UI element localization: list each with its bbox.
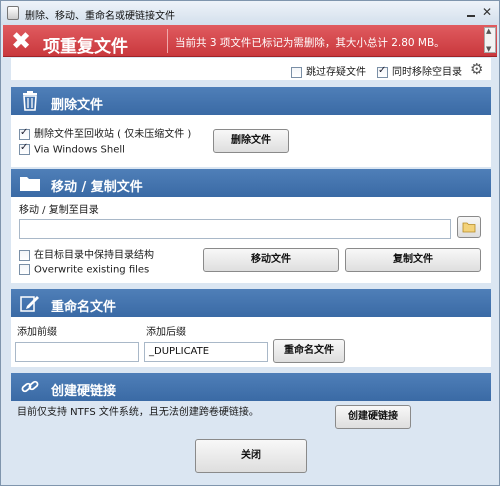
move-section-title: 移动 / 复制文件 [51,180,143,195]
gear-icon[interactable]: ⚙ [470,60,483,78]
remove-empty-option[interactable]: 同时移除空目录 [377,63,462,78]
copy-files-button[interactable]: 复制文件 [345,248,481,272]
hardlink-section-body: 目前仅支持 NTFS 文件系统，且无法创建跨卷硬链接。 创建硬链接 [11,401,491,431]
hardlink-section-title: 创建硬链接 [51,384,117,399]
move-section-header: 移动 / 复制文件 [11,169,491,197]
title-bar: 删除、移动、重命名或硬链接文件 ✕ [1,1,499,25]
remove-empty-checkbox[interactable] [377,65,388,78]
target-dir-field[interactable] [19,219,451,239]
skip-suspect-option[interactable]: 跳过存疑文件 [291,63,366,78]
link-icon [21,380,39,393]
prefix-field[interactable] [15,342,139,362]
move-section-body: 移动 / 复制至目录 在目标目录中保持目录结构 Overwrite existi… [11,197,491,283]
windows-shell-option[interactable]: Via Windows Shell [19,142,125,156]
hardlink-section-header: 创建硬链接 [11,373,491,401]
dialog-window: 删除、移动、重命名或硬链接文件 ✕ ✖ 项重复文件 当前共 3 项文件已标记为需… [0,0,500,486]
keep-structure-label: 在目标目录中保持目录结构 [34,250,154,261]
recycle-option[interactable]: 删除文件至回收站 ( 仅未压缩文件 ) [19,125,191,140]
close-window-button[interactable]: ✕ [480,6,494,20]
rename-section-title: 重命名文件 [51,300,117,315]
overwrite-option[interactable]: Overwrite existing files [19,264,149,276]
overwrite-checkbox[interactable] [19,264,30,275]
browse-folder-button[interactable] [457,216,481,238]
skip-suspect-checkbox[interactable] [291,66,302,78]
banner-title: 项重复文件 [43,37,128,57]
suffix-field[interactable]: _DUPLICATE [144,342,268,362]
folder-icon [20,177,40,191]
recycle-label: 删除文件至回收站 ( 仅未压缩文件 ) [34,129,192,140]
rename-section-header: 重命名文件 [11,289,491,317]
banner-divider [167,29,168,53]
window-title: 删除、移动、重命名或硬链接文件 [25,11,175,22]
browse-folder-icon [462,222,476,233]
recycle-checkbox[interactable] [19,127,30,140]
create-hardlink-button[interactable]: 创建硬链接 [335,405,411,429]
keep-structure-checkbox[interactable] [19,249,30,261]
close-dialog-button[interactable]: 关闭 [195,439,307,473]
pencil-icon [20,296,39,312]
delete-section-body: 删除文件至回收站 ( 仅未压缩文件 ) Via Windows Shell 删除… [11,115,491,167]
prefix-label: 添加前缀 [17,327,57,338]
rename-files-button[interactable]: 重命名文件 [273,339,345,363]
minimize-button[interactable] [464,6,478,20]
delete-section-header: 删除文件 [11,87,491,115]
target-dir-label: 移动 / 复制至目录 [19,205,99,216]
skip-suspect-label: 跳过存疑文件 [306,67,366,78]
suffix-label: 添加后缀 [146,327,186,338]
delete-section-title: 删除文件 [51,98,104,113]
overwrite-label: Overwrite existing files [34,264,150,276]
options-row: 跳过存疑文件 同时移除空目录 ⚙ [11,58,491,80]
dialog-footer: 关闭 [11,433,491,483]
close-x-icon: ✖ [11,27,32,55]
remove-empty-label: 同时移除空目录 [392,67,462,78]
windows-shell-checkbox[interactable] [19,142,30,155]
banner-message: 当前共 3 项文件已标记为需删除，其大小总计 2.80 MB。 [175,37,445,49]
app-icon [7,6,19,20]
rename-section-body: 添加前缀 添加后缀 _DUPLICATE 重命名文件 [11,317,491,367]
trash-icon [23,91,37,111]
move-files-button[interactable]: 移动文件 [203,248,339,272]
keep-structure-option[interactable]: 在目标目录中保持目录结构 [19,246,154,261]
status-banner: ✖ 项重复文件 当前共 3 项文件已标记为需删除，其大小总计 2.80 MB。 [3,25,497,57]
delete-files-button[interactable]: 删除文件 [213,129,289,153]
banner-scrollbar[interactable] [484,27,496,53]
hardlink-note: 目前仅支持 NTFS 文件系统，且无法创建跨卷硬链接。 [17,407,259,418]
windows-shell-label: Via Windows Shell [34,144,125,156]
